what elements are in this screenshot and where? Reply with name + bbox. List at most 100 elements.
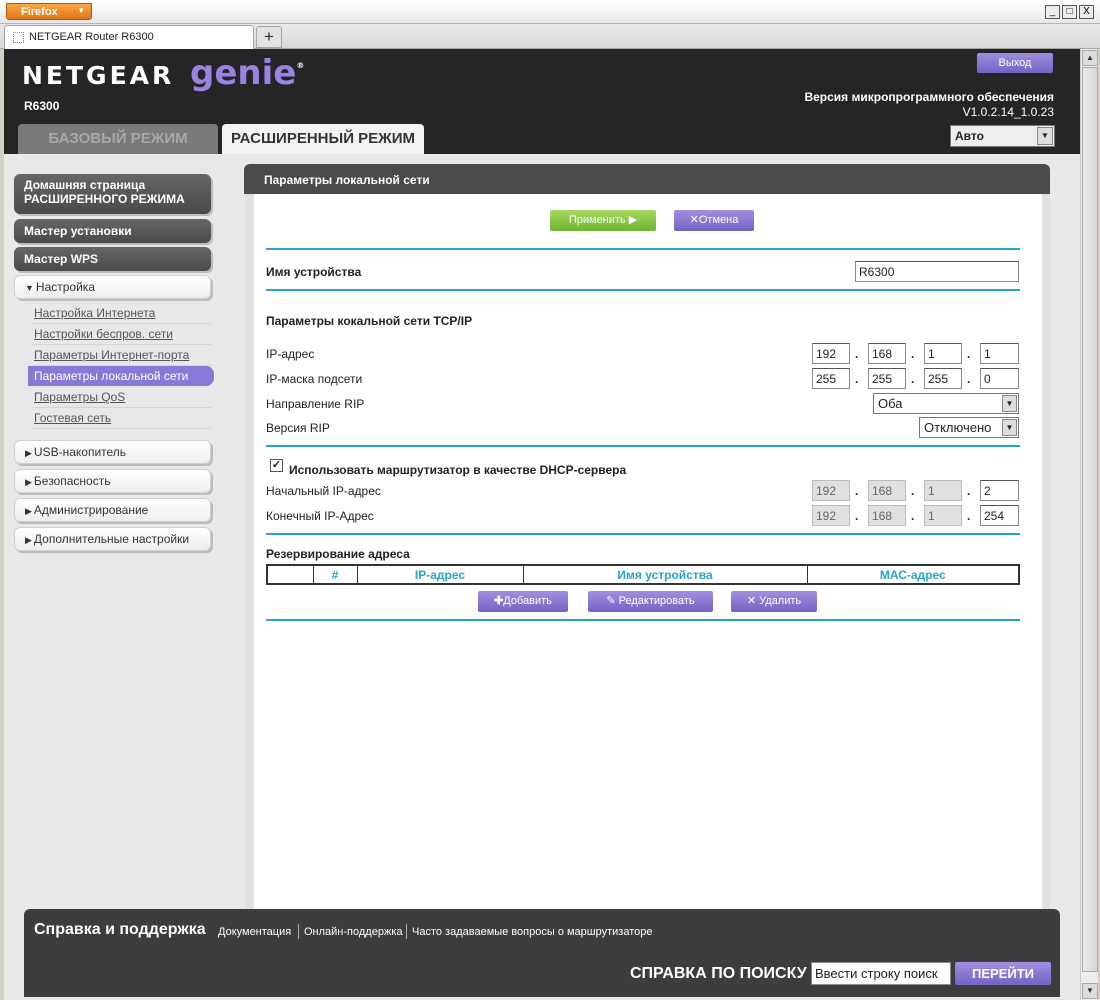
firefox-menu-label: Firefox [21, 6, 58, 18]
scroll-up-arrow-icon[interactable]: ▲ [1082, 50, 1098, 66]
dot-separator: . [911, 509, 915, 523]
edit-button[interactable]: ✎ Редактировать [588, 591, 713, 612]
nav-advanced-home[interactable]: Домашняя страница РАСШИРЕННОГО РЕЖИМА [14, 174, 211, 214]
link-separator [406, 924, 407, 939]
nav-sub-lan-settings[interactable]: Параметры локальной сети [28, 366, 214, 386]
divider [266, 289, 1020, 291]
rip-version-label: Версия RIP [266, 421, 330, 435]
pencil-icon: ✎ [606, 595, 616, 607]
scroll-down-arrow-icon[interactable]: ▼ [1082, 983, 1098, 999]
ip-address-label: IP-адрес [266, 347, 315, 361]
firefox-menu-button[interactable]: Firefox ▼ [6, 3, 92, 20]
rip-version-value: Отключено [924, 420, 992, 435]
documentation-link[interactable]: Документация [218, 926, 291, 938]
mask-octet-1[interactable]: 255 [812, 368, 850, 389]
ip-octet-4[interactable]: 1 [980, 343, 1019, 364]
tab-basic-mode[interactable]: БАЗОВЫЙ РЕЖИМ [18, 124, 218, 154]
delete-button[interactable]: ✕ Удалить [731, 591, 817, 612]
nav-sub-internet-setup[interactable]: Настройка Интернета [32, 303, 212, 324]
end-ip-octet-2: 168 [868, 505, 906, 526]
subnet-mask-label: IP-маска подсети [266, 372, 363, 386]
nav-administration-label: Администрирование [33, 503, 149, 517]
dhcp-server-checkbox[interactable]: ✓ [270, 459, 283, 472]
firmware-version: V1.0.2.14_1.0.23 [962, 105, 1054, 119]
router-faq-link[interactable]: Часто задаваемые вопросы о маршрутизатор… [412, 926, 653, 938]
check-mark-icon: ✓ [271, 459, 282, 471]
nav-advanced-settings[interactable]: ▶ Дополнительные настройки [14, 527, 211, 551]
nav-security[interactable]: ▶ Безопасность [14, 469, 211, 493]
chevron-down-icon: ▼ [77, 6, 85, 15]
divider [266, 533, 1020, 535]
ip-octet-2[interactable]: 168 [868, 343, 906, 364]
logout-button[interactable]: Выход [977, 53, 1053, 73]
vertical-scrollbar[interactable]: ▲ ▼ [1080, 49, 1098, 1000]
minimize-button[interactable]: _ [1045, 5, 1060, 19]
browser-tab-title: NETGEAR Router R6300 [29, 31, 154, 43]
table-header-row: # IP-адрес Имя устройства МАС-адрес [266, 564, 1020, 585]
start-ip-octet-3: 1 [924, 480, 962, 501]
cancel-button[interactable]: ✕Отмена [674, 210, 754, 231]
nav-usb-storage[interactable]: ▶ USB-накопитель [14, 440, 211, 464]
triangle-right-icon: ▶ [25, 506, 32, 516]
nav-setup-wizard[interactable]: Мастер установки [14, 219, 211, 243]
nav-sub-guest-network[interactable]: Гостевая сеть [32, 408, 212, 429]
device-name-input[interactable]: R6300 [855, 261, 1019, 282]
column-header-mac: МАС-адрес [806, 564, 1020, 585]
column-header-select [266, 564, 314, 585]
close-window-button[interactable]: X [1079, 5, 1094, 19]
language-select[interactable]: Авто ▼ [950, 125, 1055, 147]
nav-sub-qos[interactable]: Параметры QoS [32, 387, 212, 408]
dot-separator: . [855, 509, 859, 523]
scrollbar-thumb[interactable] [1082, 67, 1098, 972]
nav-advanced-home-line2: РАСШИРЕННОГО РЕЖИМА [24, 192, 185, 206]
end-ip-octet-4[interactable]: 254 [980, 505, 1019, 526]
nav-setup[interactable]: ▼ Настройка [14, 275, 211, 299]
ip-octet-3[interactable]: 1 [924, 343, 962, 364]
mask-octet-4[interactable]: 0 [980, 368, 1019, 389]
nav-administration[interactable]: ▶ Администрирование [14, 498, 211, 522]
language-select-value: Авто [955, 129, 984, 143]
triangle-right-icon: ▶ [25, 448, 32, 458]
ip-octet-1[interactable]: 192 [812, 343, 850, 364]
divider [266, 248, 1020, 250]
address-reservation-title: Резервирование адреса [266, 547, 410, 561]
column-header-number: # [312, 564, 358, 585]
help-footer: Справка и поддержка Документация Онлайн-… [24, 909, 1060, 997]
netgear-logo: NETGEAR [22, 61, 175, 90]
online-support-link[interactable]: Онлайн-поддержка [304, 926, 402, 938]
genie-logo-text: genie [190, 53, 297, 93]
start-ip-octet-4[interactable]: 2 [980, 480, 1019, 501]
rip-direction-label: Направление RIP [266, 397, 365, 411]
dot-separator: . [911, 347, 915, 361]
help-support-title: Справка и поддержка [34, 921, 206, 938]
apply-button[interactable]: Применить ▶ [550, 210, 656, 231]
maximize-button[interactable]: □ [1062, 5, 1077, 19]
router-model: R6300 [24, 99, 60, 113]
rip-direction-value: Оба [878, 396, 903, 411]
dot-separator: . [967, 509, 971, 523]
dot-separator: . [855, 347, 859, 361]
end-ip-octet-3: 1 [924, 505, 962, 526]
help-search-input[interactable]: Ввести строку поиск [811, 962, 951, 985]
plus-icon: ✚ [494, 595, 504, 607]
play-arrow-icon: ▶ [628, 214, 638, 226]
add-button[interactable]: ✚Добавить [478, 591, 568, 612]
panel-title: Параметры локальной сети [244, 164, 1050, 194]
search-go-button[interactable]: ПЕРЕЙТИ [955, 962, 1051, 985]
nav-sub-internet-port[interactable]: Параметры Интернет-порта [32, 345, 212, 366]
genie-logo: genie® [190, 53, 304, 93]
browser-tab[interactable]: NETGEAR Router R6300 [4, 25, 254, 49]
nav-wps-wizard[interactable]: Мастер WPS [14, 247, 211, 271]
x-icon: ✕ [689, 214, 699, 226]
nav-sub-wireless-settings[interactable]: Настройки беспров. сети [32, 324, 212, 345]
mask-octet-3[interactable]: 255 [924, 368, 962, 389]
mask-octet-2[interactable]: 255 [868, 368, 906, 389]
column-header-device-name: Имя устройства [522, 564, 808, 585]
new-tab-button[interactable]: + [256, 26, 282, 48]
nav-usb-storage-label: USB-накопитель [33, 445, 127, 459]
tab-advanced-mode[interactable]: РАСШИРЕННЫЙ РЕЖИМ [222, 124, 424, 154]
rip-direction-select[interactable]: Оба ▼ [873, 393, 1019, 414]
delete-label: Удалить [759, 595, 802, 607]
rip-version-select[interactable]: Отключено ▼ [919, 417, 1019, 438]
add-label: Добавить [503, 595, 552, 607]
